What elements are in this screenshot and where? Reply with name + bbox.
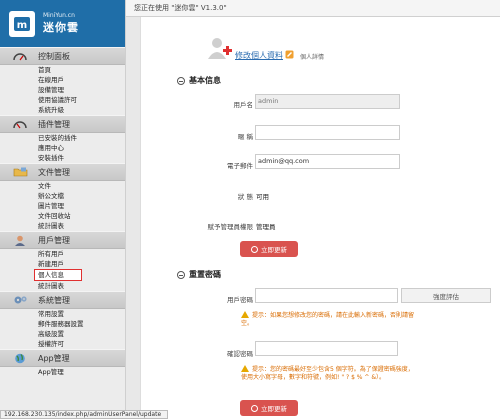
group-title: 用戶管理 (38, 235, 70, 245)
group-head[interactable]: 系統管理 (0, 291, 125, 309)
svg-text:m: m (17, 20, 27, 31)
role-value: 管理員 (256, 223, 276, 231)
menu-item[interactable]: 安裝插件 (0, 153, 125, 163)
menu-group-users: 用戶管理 所有用戶 新建用戶 個人信息 統計圖表 (0, 231, 125, 291)
menu-group-plugins: 插件管理 已安裝的插件 應用中心 安裝插件 (0, 115, 125, 163)
menu-item[interactable]: 辦公文檔 (0, 191, 125, 201)
menu-item[interactable]: 已安裝的插件 (0, 133, 125, 143)
menu-item[interactable]: 統計圖表 (0, 281, 125, 291)
menu-item[interactable]: 高級設置 (0, 329, 125, 339)
basic-info-section-title[interactable]: 基本信息 (177, 75, 221, 86)
group-head[interactable]: 插件管理 (0, 115, 125, 133)
username-label: 用戶名 (233, 101, 254, 109)
password-field[interactable] (255, 288, 398, 303)
group-head[interactable]: 文件管理 (0, 163, 125, 181)
menu-group-control-panel: 控制面板 首頁 在線用戶 設備管理 使用協議許可 系統升級 (0, 47, 125, 115)
profile-title[interactable]: 修改個人資料 (235, 50, 283, 61)
section-title-text: 基本信息 (189, 76, 221, 85)
menu-item[interactable]: 應用中心 (0, 143, 125, 153)
gauge-icon (12, 119, 28, 130)
group-head[interactable]: App管理 (0, 349, 125, 367)
group-title: 插件管理 (38, 119, 70, 129)
cloud-logo-icon: m (9, 10, 35, 37)
menu-item[interactable]: 統計圖表 (0, 221, 125, 231)
status-value: 可用 (256, 193, 269, 201)
menu-item[interactable]: 文件回收站 (0, 211, 125, 221)
menu-item[interactable]: 郵件服務器設置 (0, 319, 125, 329)
menu-item[interactable]: 常用設置 (0, 309, 125, 319)
warning-icon (241, 311, 249, 318)
topbar: 您正在使用 "迷你雲" V1.3.0" (126, 0, 500, 17)
user-profile-icon (207, 37, 233, 61)
menu-item[interactable]: 新建用戶 (0, 259, 125, 269)
logo[interactable]: m MiniYun.cn 迷你雲 (0, 0, 125, 47)
hint-text: 提示：您的密碼最好至少包含5 個字符。為了保證密碼強度，使用大小寫字母，數字和符… (241, 366, 414, 381)
password-section-title[interactable]: 重置密碼 (177, 269, 221, 280)
username-field: admin (255, 94, 400, 109)
logo-title: 迷你雲 (43, 21, 79, 34)
collapse-icon[interactable] (177, 270, 185, 279)
globe-icon (12, 353, 28, 364)
logo-domain: MiniYun.cn (43, 12, 75, 19)
update-info-button[interactable]: 立即更新 (240, 241, 298, 257)
menu-item[interactable]: 授權許可 (0, 339, 125, 349)
user-icon (12, 235, 28, 246)
role-label: 賦予管理員權限 (207, 223, 254, 231)
password-label: 用戶密碼 (227, 296, 253, 304)
strength-indicator: 強度評估 (401, 288, 491, 303)
update-password-button[interactable]: 立即更新 (240, 400, 298, 416)
collapse-icon[interactable] (177, 76, 185, 85)
profile-subtitle: 個人詳情 (300, 54, 325, 61)
menu-item[interactable]: 在線用戶 (0, 75, 125, 85)
group-head[interactable]: 用戶管理 (0, 231, 125, 249)
menu-item[interactable]: App管理 (0, 367, 125, 377)
menu-item[interactable]: 圖片管理 (0, 201, 125, 211)
group-title: 控制面板 (38, 51, 70, 61)
group-title: 文件管理 (38, 167, 70, 177)
button-label: 立即更新 (261, 246, 287, 254)
confirm-password-field[interactable] (255, 341, 398, 356)
menu-group-system: 系統管理 常用設置 郵件服務器設置 高級設置 授權許可 (0, 291, 125, 349)
refresh-icon (251, 245, 258, 253)
sidebar: m MiniYun.cn 迷你雲 控制面板 首頁 在線用戶 設備管理 使用協議許… (0, 0, 126, 419)
email-label: 電子郵件 (227, 162, 253, 170)
folder-icon (12, 167, 28, 178)
main-panel: 修改個人資料 個人詳情 基本信息 用戶名 admin 暱 稱 電子郵件 admi… (140, 17, 500, 419)
nickname-label: 暱 稱 (237, 133, 253, 141)
refresh-icon (251, 404, 258, 412)
nickname-field[interactable] (255, 125, 400, 140)
warning-icon (241, 365, 249, 372)
password-hint: 提示：如果您想修改您的密碼，請在此輸入新密碼，否則請留空。 (241, 311, 419, 328)
gauge-icon (12, 51, 28, 62)
group-title: 系統管理 (38, 295, 70, 305)
group-head[interactable]: 控制面板 (0, 47, 125, 65)
menu-item[interactable]: 使用協議許可 (0, 95, 125, 105)
browser-status-bar: 192.168.230.135/index.php/adminUserPanel… (0, 410, 168, 419)
button-label: 立即更新 (261, 405, 287, 413)
menu-item-active[interactable]: 個人信息 (34, 269, 82, 281)
hint-text: 提示：如果您想修改您的密碼，請在此輸入新密碼，否則請留空。 (241, 312, 415, 327)
edit-icon (285, 50, 294, 61)
menu-group-files: 文件管理 文件 辦公文檔 圖片管理 文件回收站 統計圖表 (0, 163, 125, 231)
menu-item[interactable]: 系統升級 (0, 105, 125, 115)
menu-item[interactable]: 所有用戶 (0, 249, 125, 259)
status-label: 狀 態 (237, 193, 253, 201)
confirm-password-label: 確認密碼 (227, 350, 253, 358)
menu-item[interactable]: 文件 (0, 181, 125, 191)
email-field[interactable]: admin@qq.com (255, 154, 400, 169)
password-strength-hint: 提示：您的密碼最好至少包含5 個字符。為了保證密碼強度，使用大小寫字母，數字和符… (241, 365, 419, 382)
gears-icon (12, 295, 28, 306)
menu-item[interactable]: 首頁 (0, 65, 125, 75)
group-title: App管理 (38, 353, 70, 363)
menu-item[interactable]: 設備管理 (0, 85, 125, 95)
menu-group-app: App管理 App管理 (0, 349, 125, 377)
profile-header: 修改個人資料 個人詳情 (207, 37, 324, 61)
section-title-text: 重置密碼 (189, 270, 221, 279)
